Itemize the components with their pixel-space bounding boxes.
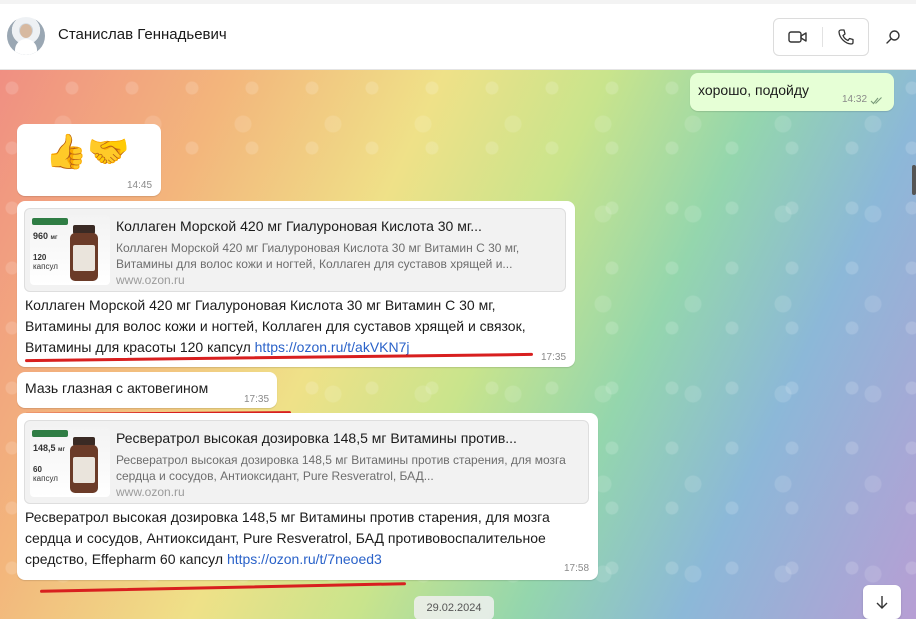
thumb-dose-unit: мг xyxy=(58,447,65,453)
thumb-caps-unit: капсул xyxy=(33,262,58,271)
message-list[interactable]: хорошо, подойду 14:32 👍🤝 14:45 960 мг 12… xyxy=(0,70,916,619)
message-text: Коллаген Морской 420 мг Гиалуроновая Кис… xyxy=(25,295,565,358)
emoji-sticker: 👍🤝 xyxy=(45,132,130,172)
search-button[interactable] xyxy=(880,24,906,50)
preview-description: Коллаген Морской 420 мг Гиалуроновая Кис… xyxy=(116,241,520,271)
message-time: 14:45 xyxy=(127,180,153,191)
message-link[interactable]: https://ozon.ru/t/7neoed3 xyxy=(227,551,382,567)
read-checkmarks-icon xyxy=(870,97,882,105)
call-buttons-group xyxy=(773,18,869,56)
thumb-caps-unit: капсул xyxy=(33,474,58,483)
thumb-dose: 148,5 xyxy=(33,443,56,453)
outgoing-message[interactable]: хорошо, подойду 14:32 xyxy=(690,73,894,111)
link-preview-card[interactable]: 148,5 мг 60 капсул Ресвератрол высокая до… xyxy=(24,420,589,504)
video-call-icon xyxy=(788,31,807,43)
link-preview-card[interactable]: 960 мг 120 капсул Коллаген Морской 420 мг… xyxy=(24,208,566,292)
thumb-caps: 60 xyxy=(33,465,42,474)
incoming-message[interactable]: Мазь глазная с актовегином 17:35 xyxy=(17,372,277,408)
arrow-down-icon xyxy=(876,596,888,609)
scroll-to-bottom-button[interactable] xyxy=(863,585,901,619)
preview-description: Ресвератрол высокая дозировка 148,5 мг В… xyxy=(116,453,566,483)
incoming-message[interactable]: 148,5 мг 60 капсул Ресвератрол высокая до… xyxy=(17,413,598,580)
preview-site: www.ozon.ru xyxy=(116,485,185,499)
chat-header: Станислав Геннадьевич xyxy=(0,0,916,70)
thumb-caps: 120 xyxy=(33,253,47,262)
message-text: Ресвератрол высокая дозировка 148,5 мг В… xyxy=(25,507,585,570)
thumb-dose-unit: мг xyxy=(50,235,58,241)
preview-site: www.ozon.ru xyxy=(116,273,185,287)
scrollbar-thumb[interactable] xyxy=(912,165,916,195)
avatar[interactable] xyxy=(7,17,45,55)
search-icon xyxy=(886,30,900,44)
voice-call-button[interactable] xyxy=(822,19,870,55)
title-bar-strip xyxy=(0,0,916,4)
incoming-message[interactable]: 960 мг 120 капсул Коллаген Морской 420 мг… xyxy=(17,201,575,367)
preview-title: Коллаген Морской 420 мг Гиалуроновая Кис… xyxy=(116,218,482,234)
thumb-dose: 960 xyxy=(33,231,49,241)
message-link[interactable]: https://ozon.ru/t/akVKN7j xyxy=(255,339,410,355)
message-time: 14:32 xyxy=(842,94,868,105)
product-thumbnail: 148,5 мг 60 капсул xyxy=(30,427,110,497)
annotation-underline xyxy=(40,582,406,593)
message-text: Мазь глазная с актовегином xyxy=(25,380,209,396)
message-time: 17:35 xyxy=(244,394,270,405)
message-time: 17:35 xyxy=(541,352,567,363)
incoming-message[interactable]: 👍🤝 14:45 xyxy=(17,124,161,196)
contact-name[interactable]: Станислав Геннадьевич xyxy=(58,26,227,43)
video-call-button[interactable] xyxy=(774,19,822,55)
message-text: хорошо, подойду xyxy=(698,82,810,98)
phone-call-icon xyxy=(838,29,854,45)
date-separator: 29.02.2024 xyxy=(414,596,494,619)
product-thumbnail: 960 мг 120 капсул xyxy=(30,215,110,285)
chat-window: Станислав Геннадьевич хорошо, подойду 14… xyxy=(0,0,916,619)
message-time: 17:58 xyxy=(564,563,590,574)
preview-title: Ресвератрол высокая дозировка 148,5 мг В… xyxy=(116,430,517,446)
